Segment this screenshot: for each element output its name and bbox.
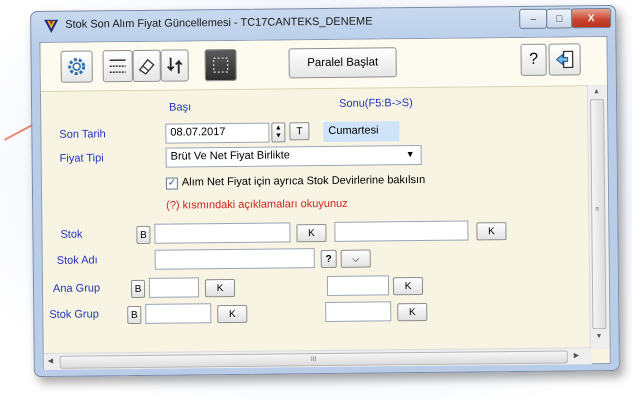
stock-group-b-button[interactable]: B <box>127 306 141 324</box>
stock-group-start-input[interactable] <box>145 303 211 324</box>
main-group-end-input[interactable] <box>327 275 389 296</box>
stock-b-button[interactable]: B <box>136 226 150 244</box>
price-type-value: Brüt Ve Net Fiyat Birlikte <box>171 149 290 162</box>
app-window: Stok Son Alım Fiyat Güncellemesi - TC17C… <box>30 5 620 377</box>
gear-icon <box>66 55 88 77</box>
stock-name-help-button[interactable]: ? <box>321 250 337 268</box>
stock-start-input[interactable] <box>154 222 290 243</box>
stock-group-end-input[interactable] <box>325 301 391 322</box>
main-group-b-button[interactable]: B <box>131 280 145 298</box>
scroll-right-arrow-icon[interactable]: ▶ <box>574 351 579 359</box>
close-button[interactable]: X <box>571 8 611 28</box>
parallel-start-button[interactable]: Paralel Başlat <box>289 47 397 78</box>
today-button[interactable]: T <box>289 122 309 140</box>
stock-group-label: Stok Grup <box>49 308 99 321</box>
minimize-button[interactable]: – <box>519 9 547 29</box>
day-name-display: Cumartesi <box>323 121 399 142</box>
last-date-field[interactable]: 08.07.2017 <box>165 123 269 144</box>
date-spinner[interactable]: ▲▼ <box>271 122 285 142</box>
eraser-button[interactable] <box>133 50 161 82</box>
stock-name-label: Stok Adı <box>57 254 98 266</box>
eraser-icon <box>137 56 157 76</box>
stock-end-k-button[interactable]: K <box>476 222 506 240</box>
main-group-start-input[interactable] <box>149 277 199 298</box>
title-bar: Stok Son Alım Fiyat Güncellemesi - TC17C… <box>31 6 615 40</box>
selection-icon <box>210 54 232 76</box>
up-down-arrows-icon <box>165 54 185 76</box>
import-export-button[interactable] <box>161 49 189 81</box>
stock-name-dropdown-button[interactable]: ⌵ <box>341 250 371 268</box>
client-area: Paralel Başlat ? Başı Sonu(F5:B->S) Son … <box>39 36 610 370</box>
price-type-label: Fiyat Tipi <box>60 152 104 164</box>
notice-text: (?) kısmındaki açıklamaları okuyunuz <box>166 198 348 212</box>
main-group-label: Ana Grup <box>53 282 100 294</box>
start-column-header: Başı <box>169 101 191 113</box>
app-logo-icon <box>43 18 59 34</box>
horizontal-scroll-thumb[interactable]: III <box>60 350 568 368</box>
stock-transfer-checkbox[interactable]: ✓ <box>166 178 178 190</box>
main-group-k-button[interactable]: K <box>205 279 235 297</box>
exit-button[interactable] <box>548 43 580 75</box>
main-group-end-k-button[interactable]: K <box>393 277 423 295</box>
end-column-header: Sonu(F5:B->S) <box>339 97 413 110</box>
copy-rows-button[interactable] <box>103 50 133 82</box>
price-type-select[interactable]: Brüt Ve Net Fiyat Birlikte ▼ <box>166 145 422 168</box>
stock-group-k-button[interactable]: K <box>217 305 247 323</box>
maximize-button[interactable]: □ <box>546 8 572 28</box>
horizontal-scrollbar[interactable]: ◀ III ▶ <box>44 347 592 370</box>
stock-k-button[interactable]: K <box>296 224 326 242</box>
chevron-down-icon: ▼ <box>406 149 415 159</box>
list-copy-icon <box>107 55 129 77</box>
stock-transfer-checkbox-label: Alım Net Fiyat için ayrıca Stok Devirler… <box>182 174 425 189</box>
scroll-left-arrow-icon[interactable]: ◀ <box>48 357 53 365</box>
scroll-down-arrow-icon[interactable]: ▼ <box>596 333 603 340</box>
stock-end-input[interactable] <box>334 221 468 242</box>
settings-button[interactable] <box>61 50 93 82</box>
last-date-label: Son Tarih <box>59 128 105 140</box>
stock-label: Stok <box>60 229 82 241</box>
help-button[interactable]: ? <box>520 44 546 76</box>
vertical-scrollbar[interactable]: ▲ ≡ ▼ <box>587 85 609 349</box>
vertical-scroll-thumb[interactable]: ≡ <box>590 99 606 329</box>
scroll-up-arrow-icon[interactable]: ▲ <box>593 88 600 95</box>
selection-button[interactable] <box>205 49 237 81</box>
exit-door-icon <box>554 48 576 70</box>
stock-name-input[interactable] <box>155 248 315 270</box>
window-title: Stok Son Alım Fiyat Güncellemesi - TC17C… <box>65 15 372 30</box>
chevron-down-icon: ⌵ <box>352 253 359 264</box>
toolbar: Paralel Başlat ? <box>40 37 606 92</box>
stock-group-end-k-button[interactable]: K <box>397 303 427 321</box>
